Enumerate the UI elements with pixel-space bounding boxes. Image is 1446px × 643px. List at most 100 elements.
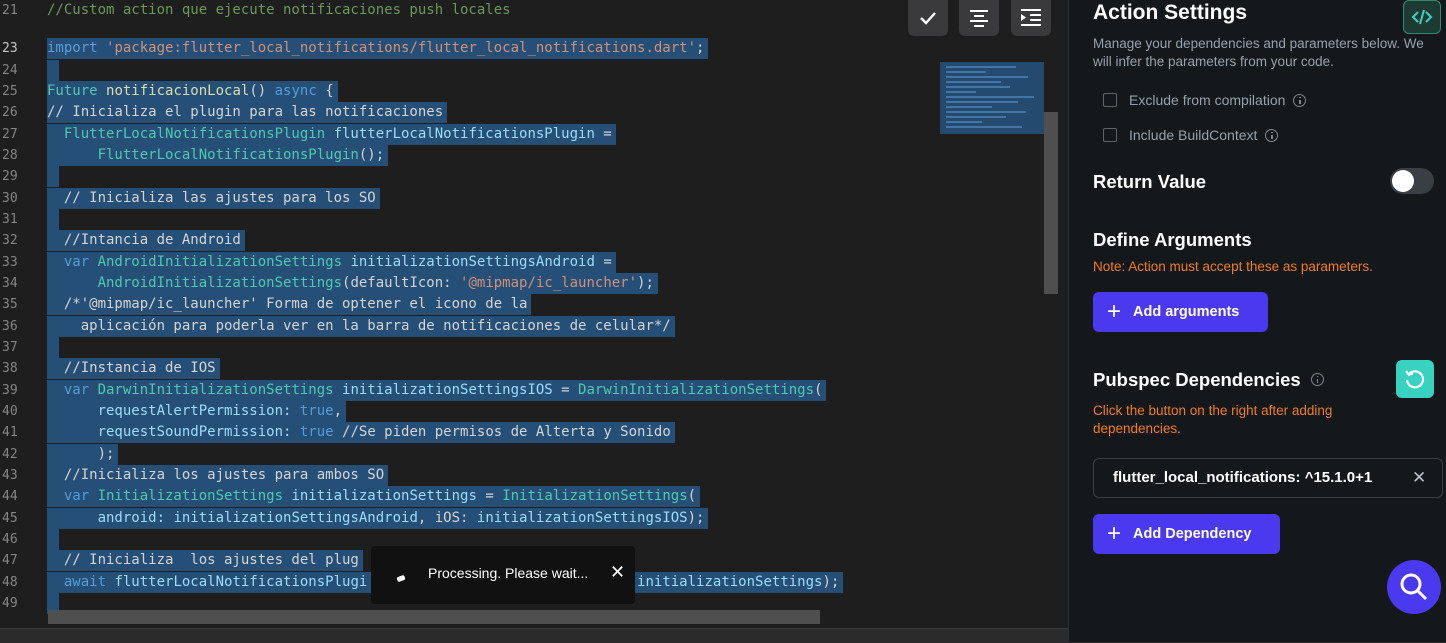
line-number: 23 <box>2 41 18 56</box>
line-number: 42 <box>2 447 18 462</box>
horizontal-scrollbar[interactable] <box>48 610 820 624</box>
add-arguments-button[interactable]: + Add arguments <box>1093 292 1268 332</box>
panel-description: Manage your dependencies and parameters … <box>1093 36 1424 69</box>
code-text: //Inicializa los ajustes para ambos SO <box>47 465 389 487</box>
search-fab[interactable] <box>1387 560 1441 614</box>
code-text: AndroidInitializationSettings(defaultIco… <box>47 273 658 295</box>
line-number: 29 <box>2 169 18 184</box>
check-icon <box>920 12 936 25</box>
include-buildcontext-option[interactable]: Include BuildContext <box>1103 127 1279 143</box>
line-number: 47 <box>2 553 18 568</box>
line-number: 31 <box>2 212 18 227</box>
code-text <box>47 529 60 551</box>
code-line[interactable]: 39 var DarwinInitializationSettings init… <box>0 380 930 402</box>
vertical-scrollbar[interactable] <box>1044 112 1058 294</box>
code-text: FlutterLocalNotificationsPlugin flutterL… <box>47 124 616 146</box>
code-text: Future notificacionLocal() async { <box>47 81 338 103</box>
code-line[interactable]: 38 //Instancia de IOS <box>0 358 930 380</box>
view-code-button[interactable] <box>1403 0 1441 34</box>
exclude-from-compilation-option[interactable]: Exclude from compilation <box>1103 92 1307 108</box>
line-number: 21 <box>2 3 18 18</box>
save-code-button[interactable] <box>908 0 948 36</box>
code-line[interactable]: 35 /*'@mipmap/ic_launcher' Forma de opte… <box>0 294 930 316</box>
code-text: // Inicializa el plugin para las notific… <box>47 102 448 124</box>
info-icon[interactable] <box>1293 93 1307 107</box>
code-text: //Instancia de IOS <box>47 358 220 380</box>
line-number: 39 <box>2 383 18 398</box>
code-line[interactable]: 31 <box>0 209 930 231</box>
dependency-input[interactable]: flutter_local_notifications: ^15.1.0+1 ✕ <box>1093 458 1443 498</box>
code-line[interactable]: 43 //Inicializa los ajustes para ambos S… <box>0 465 930 487</box>
code-icon <box>1411 9 1433 25</box>
code-text: android: initializationSettingsAndroid, … <box>47 508 709 530</box>
format-code-button[interactable] <box>959 0 999 36</box>
code-line[interactable]: 28 FlutterLocalNotificationsPlugin(); <box>0 145 930 167</box>
code-line[interactable]: 25 Future notificacionLocal() async { <box>0 81 930 103</box>
action-settings-panel: Action Settings Manage your dependencies… <box>1068 0 1446 642</box>
line-number: 34 <box>2 276 18 291</box>
return-value-label: Return Value <box>1093 171 1207 192</box>
code-text: // Inicializa los ajustes del plug <box>47 550 363 572</box>
code-line[interactable]: 36 aplicación para poderla ver en la bar… <box>0 316 930 338</box>
line-number: 32 <box>2 233 18 248</box>
code-line[interactable]: 30 // Inicializa las ajustes para los SO <box>0 188 930 210</box>
code-minimap[interactable] <box>940 62 1044 134</box>
line-number: 28 <box>2 148 18 163</box>
code-line[interactable]: 29 <box>0 166 930 188</box>
line-number: 36 <box>2 319 18 334</box>
code-text <box>47 209 60 231</box>
line-number: 37 <box>2 340 18 355</box>
code-line[interactable]: 24 <box>0 60 930 82</box>
line-number: 49 <box>2 596 18 611</box>
code-line[interactable]: 26 // Inicializa el plugin para las notif… <box>0 102 930 124</box>
code-line[interactable]: 32 //Intancia de Android <box>0 230 930 252</box>
exclude-checkbox[interactable] <box>1103 93 1117 107</box>
line-number: 38 <box>2 361 18 376</box>
info-icon[interactable] <box>1310 373 1324 386</box>
undo-icon <box>1405 370 1425 389</box>
define-arguments-title: Define Arguments <box>1093 229 1252 250</box>
code-text: /*'@mipmap/ic_launcher' Forma de optener… <box>47 294 532 316</box>
code-text <box>47 337 60 359</box>
code-text: FlutterLocalNotificationsPlugin(); <box>47 145 389 167</box>
code-line[interactable]: 23 import 'package:flutter_local_notifica… <box>0 38 930 60</box>
code-line[interactable]: 21 //Custom action que ejecute notificaci… <box>0 0 930 21</box>
code-line[interactable]: 45 android: initializationSettingsAndroi… <box>0 508 930 530</box>
return-value-toggle[interactable] <box>1390 168 1434 194</box>
info-icon[interactable] <box>1265 128 1279 142</box>
code-text: requestAlertPermission: true, <box>47 401 347 423</box>
code-line[interactable]: 33 var AndroidInitializationSettings ini… <box>0 252 930 274</box>
toast-close-icon[interactable]: ✕ <box>610 562 625 583</box>
refresh-dependencies-button[interactable] <box>1396 360 1434 398</box>
code-text: import 'package:flutter_local_notificati… <box>47 38 709 60</box>
code-line[interactable]: 42 ); <box>0 444 930 466</box>
indent-code-button[interactable] <box>1011 0 1051 36</box>
plus-icon: + <box>1107 298 1122 325</box>
code-text: aplicación para poderla ver en la barra … <box>47 316 675 338</box>
code-line[interactable]: 41 requestSoundPermission: true //Se pid… <box>0 422 930 444</box>
add-dependency-button[interactable]: + Add Dependency <box>1093 514 1280 554</box>
code-text <box>47 60 60 82</box>
code-line[interactable]: 37 <box>0 337 930 359</box>
buildcontext-checkbox[interactable] <box>1103 128 1117 142</box>
dependency-value: flutter_local_notifications: ^15.1.0+1 <box>1113 469 1373 486</box>
line-number: 30 <box>2 191 18 206</box>
search-icon <box>1400 573 1428 601</box>
add-dependency-label: Add Dependency <box>1133 526 1252 542</box>
line-number: 26 <box>2 105 18 120</box>
line-number: 43 <box>2 468 18 483</box>
remove-dependency-icon[interactable]: ✕ <box>1412 468 1426 488</box>
line-number: 44 <box>2 489 18 504</box>
code-text: //Custom action que ejecute notificacion… <box>47 2 511 18</box>
code-editor[interactable]: 21 //Custom action que ejecute notificaci… <box>0 0 1068 642</box>
pubspec-dependencies-title: Pubspec Dependencies <box>1093 369 1324 391</box>
buildcontext-label: Include BuildContext <box>1129 127 1258 143</box>
line-number: 46 <box>2 532 18 547</box>
code-text: ); <box>47 444 119 466</box>
code-line[interactable]: 27 FlutterLocalNotificationsPlugin flutt… <box>0 124 930 146</box>
code-line[interactable]: 44 var InitializationSettings initializa… <box>0 486 930 508</box>
code-line[interactable]: 40 requestAlertPermission: true, <box>0 401 930 423</box>
code-text: var DarwinInitializationSettings initial… <box>47 380 827 402</box>
code-line[interactable]: 34 AndroidInitializationSettings(default… <box>0 273 930 295</box>
line-number: 25 <box>2 84 18 99</box>
